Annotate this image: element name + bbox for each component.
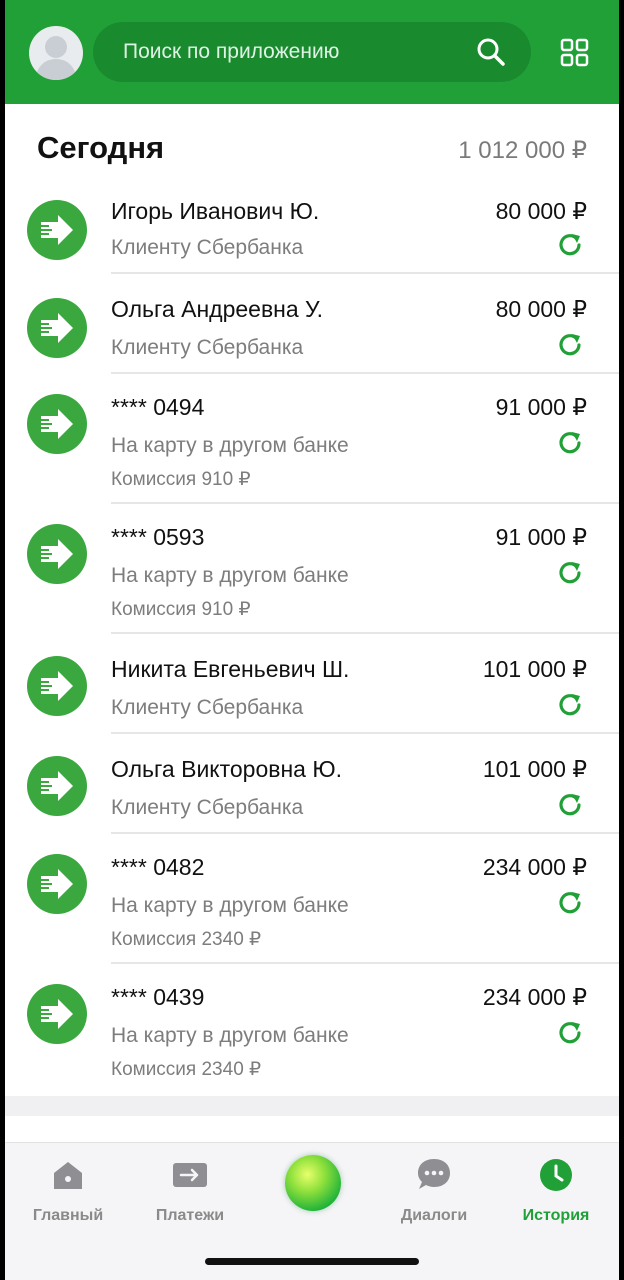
repeat-icon[interactable] bbox=[555, 230, 585, 265]
transaction-amount: 91 000 ₽ bbox=[495, 394, 587, 420]
transaction-fee: Комиссия 910 ₽ bbox=[111, 599, 251, 620]
transfer-arrow-icon bbox=[27, 200, 87, 260]
nav-label: Диалоги bbox=[400, 1207, 468, 1224]
transaction-amount: 80 000 ₽ bbox=[495, 198, 587, 224]
transaction-name: Никита Евгеньевич Ш. bbox=[111, 656, 350, 682]
transaction-amount: 80 000 ₽ bbox=[495, 296, 587, 322]
repeat-icon[interactable] bbox=[555, 330, 585, 365]
assistant-orb-icon[interactable] bbox=[285, 1155, 341, 1211]
transaction-type: На карту в другом банке bbox=[111, 1024, 349, 1047]
section-total: 1 012 000 ₽ bbox=[458, 137, 587, 164]
transaction-name: **** 0439 bbox=[111, 984, 205, 1010]
transaction-type: На карту в другом банке bbox=[111, 434, 349, 457]
transfer-arrow-icon bbox=[27, 756, 87, 816]
transaction-row[interactable]: **** 0593 На карту в другом банке Комисс… bbox=[5, 504, 619, 634]
chat-icon bbox=[418, 1159, 450, 1189]
repeat-icon[interactable] bbox=[555, 558, 585, 593]
transaction-row[interactable]: Никита Евгеньевич Ш. Клиенту Сбербанка 1… bbox=[5, 634, 619, 734]
nav-payments[interactable]: Платежи bbox=[135, 1155, 245, 1225]
transfer-arrow-icon bbox=[27, 656, 87, 716]
list-end-spacer bbox=[5, 1096, 619, 1116]
repeat-icon[interactable] bbox=[555, 888, 585, 923]
transaction-fee: Комиссия 2340 ₽ bbox=[111, 1059, 262, 1080]
transaction-type: На карту в другом банке bbox=[111, 894, 349, 917]
repeat-icon[interactable] bbox=[555, 690, 585, 725]
clock-icon bbox=[540, 1159, 572, 1191]
transaction-row[interactable]: Ольга Викторовна Ю. Клиенту Сбербанка 10… bbox=[5, 734, 619, 834]
nav-history[interactable]: История bbox=[501, 1155, 611, 1225]
transaction-fee: Комиссия 2340 ₽ bbox=[111, 929, 262, 950]
transfer-arrow-icon bbox=[27, 854, 87, 914]
transaction-fee: Комиссия 910 ₽ bbox=[111, 469, 251, 490]
home-indicator bbox=[205, 1258, 419, 1265]
section-title: Сегодня bbox=[37, 130, 165, 165]
nav-label: История bbox=[522, 1207, 590, 1224]
app-screen: Поиск по приложению Сегодня 1 012 000 ₽ bbox=[5, 0, 619, 1280]
search-bar[interactable]: Поиск по приложению bbox=[93, 22, 531, 82]
transaction-type: Клиенту Сбербанка bbox=[111, 696, 304, 719]
transaction-name: Ольга Викторовна Ю. bbox=[111, 756, 342, 782]
transaction-name: Игорь Иванович Ю. bbox=[111, 198, 320, 224]
transfer-arrow-icon bbox=[27, 298, 87, 358]
transaction-amount: 234 000 ₽ bbox=[482, 854, 587, 880]
search-icon[interactable] bbox=[475, 36, 507, 73]
search-placeholder: Поиск по приложению bbox=[123, 40, 340, 63]
transaction-amount: 234 000 ₽ bbox=[482, 984, 587, 1010]
nav-label: Главный bbox=[32, 1207, 104, 1224]
transfer-arrow-icon bbox=[27, 524, 87, 584]
transaction-name: Ольга Андреевна У. bbox=[111, 296, 323, 322]
nav-label: Платежи bbox=[155, 1207, 225, 1224]
transfer-icon bbox=[173, 1163, 207, 1187]
transaction-type: Клиенту Сбербанка bbox=[111, 796, 304, 819]
transaction-type: Клиенту Сбербанка bbox=[111, 336, 304, 359]
transaction-row[interactable]: **** 0439 На карту в другом банке Комисс… bbox=[5, 964, 619, 1096]
transaction-row[interactable]: Игорь Иванович Ю. Клиенту Сбербанка 80 0… bbox=[5, 186, 619, 274]
transaction-name: **** 0494 bbox=[111, 394, 205, 420]
repeat-icon[interactable] bbox=[555, 1018, 585, 1053]
transaction-amount: 101 000 ₽ bbox=[482, 656, 587, 682]
home-icon bbox=[54, 1162, 82, 1189]
user-avatar[interactable] bbox=[29, 26, 83, 80]
transaction-type: На карту в другом банке bbox=[111, 564, 349, 587]
transaction-amount: 101 000 ₽ bbox=[482, 756, 587, 782]
top-bar: Поиск по приложению bbox=[5, 0, 619, 104]
nav-home[interactable]: Главный bbox=[13, 1155, 123, 1225]
grid-icon[interactable] bbox=[560, 38, 590, 73]
repeat-icon[interactable] bbox=[555, 428, 585, 463]
transaction-type: Клиенту Сбербанка bbox=[111, 236, 304, 259]
section-header: Сегодня 1 012 000 ₽ bbox=[5, 104, 619, 186]
transaction-row[interactable]: Ольга Андреевна У. Клиенту Сбербанка 80 … bbox=[5, 274, 619, 374]
transfer-arrow-icon bbox=[27, 984, 87, 1044]
transaction-row[interactable]: **** 0494 На карту в другом банке Комисс… bbox=[5, 374, 619, 504]
transfer-arrow-icon bbox=[27, 394, 87, 454]
nav-dialogs[interactable]: Диалоги bbox=[379, 1155, 489, 1225]
transaction-name: **** 0593 bbox=[111, 524, 205, 550]
transaction-row[interactable]: **** 0482 На карту в другом банке Комисс… bbox=[5, 834, 619, 964]
repeat-icon[interactable] bbox=[555, 790, 585, 825]
transaction-name: **** 0482 bbox=[111, 854, 205, 880]
avatar-silhouette-icon bbox=[35, 36, 77, 80]
transaction-amount: 91 000 ₽ bbox=[495, 524, 587, 550]
